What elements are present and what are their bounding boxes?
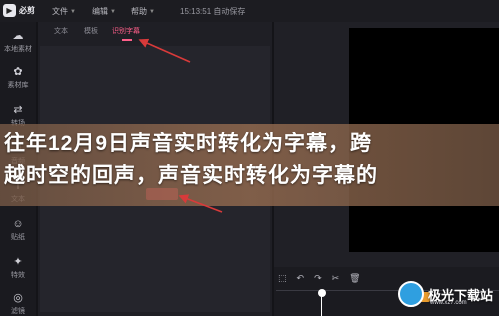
menu-edit[interactable]: 编辑 ▼ [92,6,116,17]
filter-icon: ◎ [13,292,23,304]
sparkle-icon: ✦ [13,256,23,268]
sticker-icon: ☺ [12,218,24,230]
select-tool-icon[interactable]: ⬚ [278,273,287,284]
app-logo-icon: ▶ [3,4,16,17]
tab-text[interactable]: 文本 [54,26,68,36]
sidebar-item-library[interactable]: ✿ 素材库 [0,66,36,90]
tab-template[interactable]: 模板 [84,26,98,36]
chevron-down-icon: ▼ [110,8,116,15]
chevron-down-icon: ▼ [149,8,155,15]
split-icon[interactable]: ✂ [332,273,340,284]
autosave-status: 15:13:51 自动保存 [180,7,246,16]
headline-line-1: 往年12月9日声音实时转化为字幕，跨 [4,132,373,155]
sidebar-item-local-media[interactable]: ☁ 本地素材 [0,30,36,54]
chevron-down-icon: ▼ [70,8,76,15]
sidebar-item-filter[interactable]: ◎ 滤镜 [0,292,36,316]
palette-icon: ✿ [13,66,23,78]
title-bar: ▶ 必剪 文件 ▼ 编辑 ▼ 帮助 ▼ 15:13:51 自动保存 [0,0,499,22]
sidebar-item-effects[interactable]: ✦ 特效 [0,256,36,280]
undo-icon[interactable]: ↶ [297,273,305,284]
sidebar-item-label: 滤镜 [11,308,25,315]
watermark-logo-icon [398,281,424,307]
menu-help[interactable]: 帮助 ▼ [131,6,155,17]
headline-line-2: 越时空的回声，声音实时转化为字幕的 [4,164,378,187]
app-logo: ▶ 必剪 [3,4,35,17]
watermark-url: www.xz7.com [430,300,467,306]
sidebar-item-label: 本地素材 [4,46,32,53]
redo-icon[interactable]: ↷ [314,273,322,284]
menu-file-label: 文件 [52,7,68,16]
transition-icon: ⇄ [13,104,23,116]
app-logo-text: 必剪 [19,6,35,15]
cloud-upload-icon: ☁ [12,30,24,42]
sidebar-item-label: 贴纸 [11,234,25,241]
active-tab-indicator [122,39,132,41]
menu-edit-label: 编辑 [92,7,108,16]
sidebar-item-label: 特效 [11,272,25,279]
tab-recognize-subtitles[interactable]: 识别字幕 [112,26,140,36]
menu-file[interactable]: 文件 ▼ [52,6,76,17]
menu-help-label: 帮助 [131,7,147,16]
timeline-toolbar: ⬚ ↶ ↷ ✂ 🗑 [278,273,361,284]
playhead-handle[interactable] [318,289,326,297]
sidebar-item-sticker[interactable]: ☺ 贴纸 [0,218,36,242]
delete-icon[interactable]: 🗑 [349,273,360,284]
sidebar-item-label: 素材库 [7,82,29,89]
